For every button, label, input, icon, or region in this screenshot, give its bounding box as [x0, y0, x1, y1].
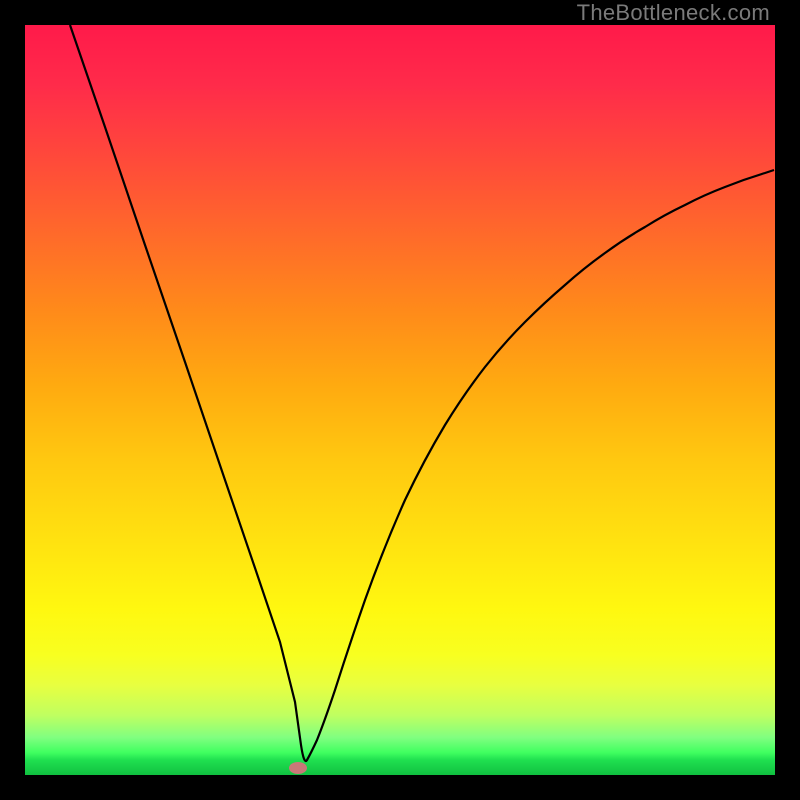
bottleneck-curve — [25, 25, 775, 775]
optimal-point-marker — [289, 762, 307, 774]
curve-path — [70, 25, 774, 761]
watermark-text: TheBottleneck.com — [577, 0, 770, 26]
